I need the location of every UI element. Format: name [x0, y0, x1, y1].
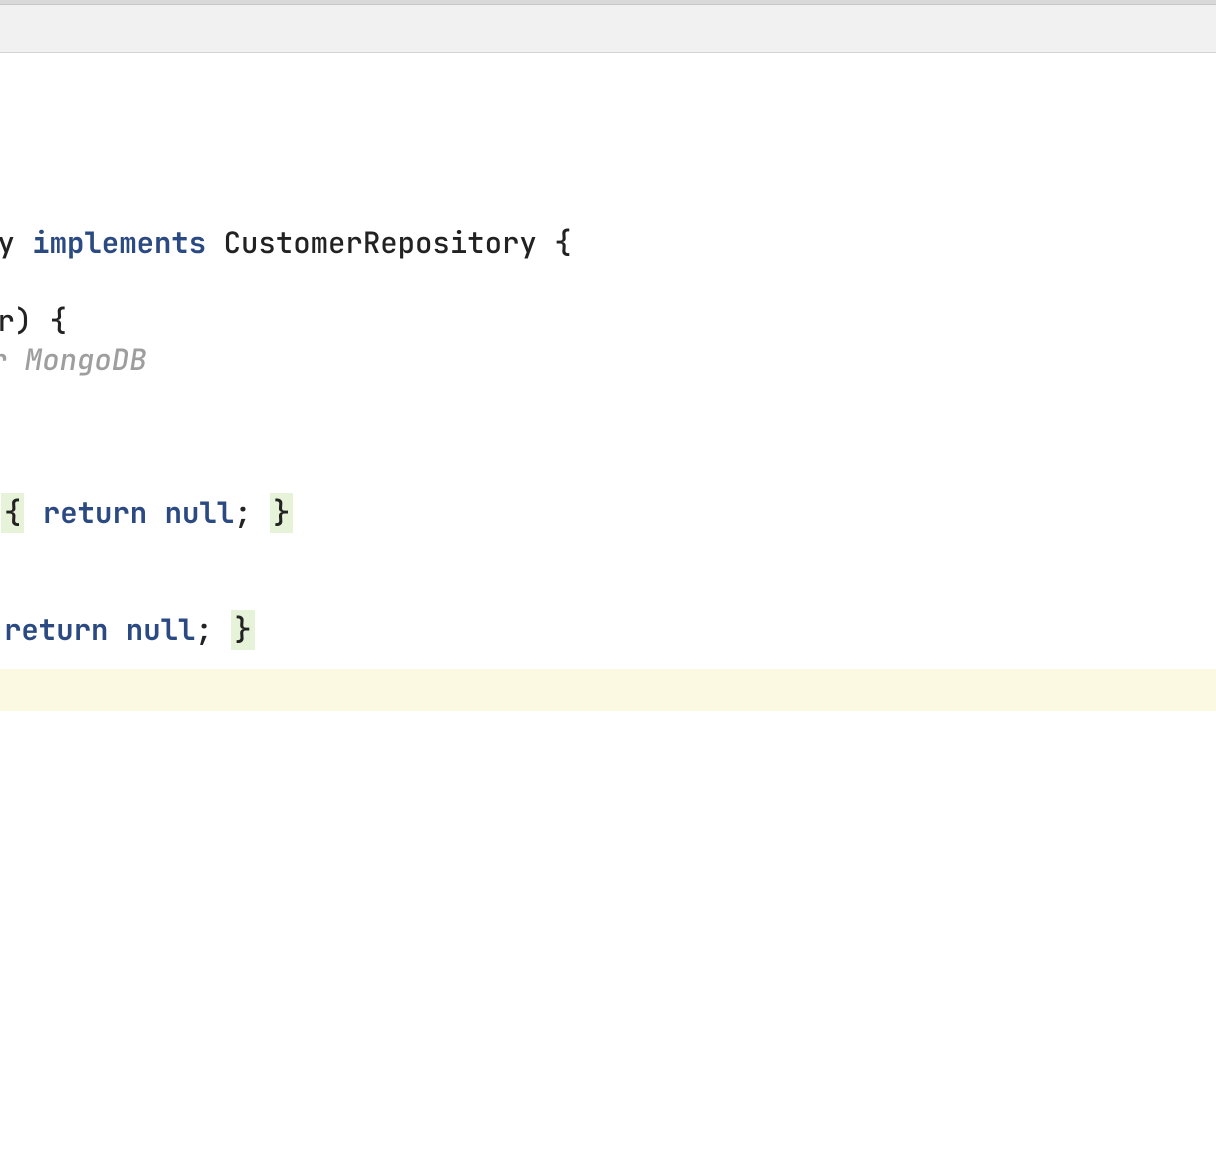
brace-close-highlight: }	[231, 610, 254, 650]
code-line[interactable]: return null ; }	[4, 610, 256, 650]
brace-close-highlight: }	[270, 493, 293, 533]
code-line[interactable]: r MongoDB	[0, 340, 147, 380]
code-editor[interactable]: ry implements CustomerRepository { er) {…	[0, 53, 1216, 1154]
code-token: er) {	[0, 301, 67, 341]
modified-line-highlight[interactable]	[0, 669, 1216, 711]
punct-semicolon: ;	[195, 610, 230, 650]
comment-token: r MongoDB	[0, 340, 147, 380]
keyword-implements: implements	[32, 223, 206, 263]
keyword-return: return null	[4, 610, 195, 650]
code-token: ry	[0, 223, 32, 263]
code-line[interactable]: er) {	[0, 301, 67, 341]
punct-semicolon: ;	[234, 493, 269, 533]
code-line[interactable]: { return null ; }	[0, 493, 294, 533]
keyword-return: return null	[25, 493, 234, 533]
code-token: CustomerRepository {	[206, 223, 571, 263]
editor-toolbar	[0, 5, 1216, 53]
code-line[interactable]: ry implements CustomerRepository {	[0, 223, 572, 263]
brace-open-highlight: {	[1, 493, 24, 533]
